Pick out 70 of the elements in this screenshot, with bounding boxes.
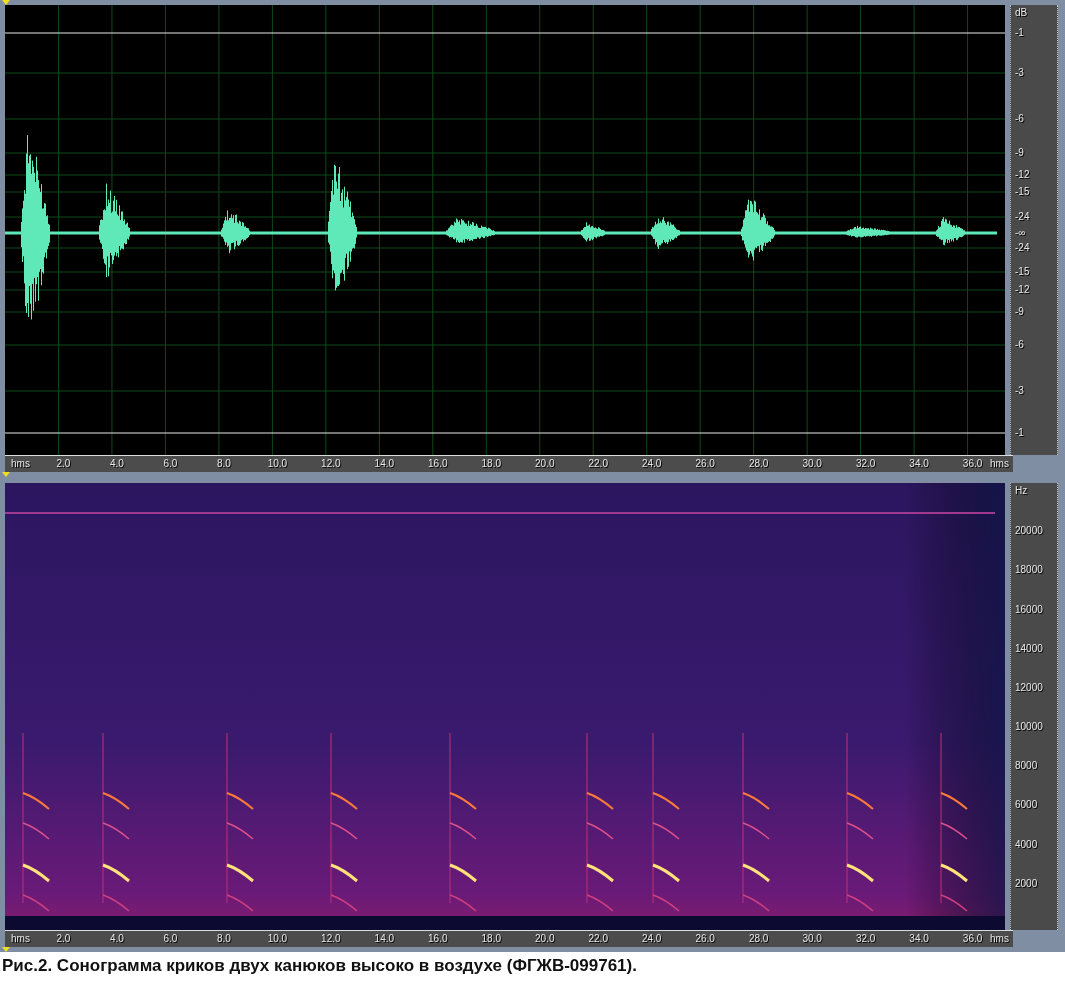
- scale-label: 10000: [1015, 721, 1043, 734]
- caption-text: Рис.2. Сонограмма криков двух канюков высоко в воздухе (ФГЖВ-099761).: [2, 956, 638, 976]
- scale-label: -24: [1015, 211, 1030, 223]
- marker-icon[interactable]: [2, 472, 10, 477]
- ruler-label: 28.0: [748, 458, 769, 470]
- ruler-label: 18.0: [481, 933, 501, 945]
- ruler-label: 34.0: [909, 933, 929, 945]
- scale-label: -1: [1015, 27, 1024, 39]
- ruler-label: 14.0: [374, 458, 395, 470]
- ruler-label: 8.0: [216, 933, 231, 945]
- scale-label: 18000: [1015, 564, 1043, 577]
- ruler-label: 32.0: [855, 933, 876, 945]
- unit-label: dB: [1015, 7, 1028, 19]
- ruler-label: 20.0: [535, 933, 555, 945]
- ruler-label: hms: [11, 933, 30, 945]
- scale-label: 16000: [1015, 603, 1043, 616]
- scale-label: -6: [1015, 113, 1024, 125]
- ruler-label: 4.0: [110, 458, 124, 470]
- scale-label: -15: [1015, 266, 1030, 278]
- ruler-label: 36.0: [962, 458, 983, 470]
- ruler-label: hms: [990, 458, 1009, 470]
- scale-label: -9: [1015, 306, 1024, 318]
- ruler-label: 10.0: [267, 458, 288, 470]
- ruler-label: 12.0: [321, 933, 341, 945]
- ruler-label: 16.0: [428, 458, 448, 470]
- ruler-label: hms: [990, 933, 1009, 945]
- ruler-label: 26.0: [695, 933, 715, 945]
- scale-label: 20000: [1015, 525, 1043, 538]
- ruler-label: 6.0: [163, 933, 178, 945]
- ruler-label: 4.0: [110, 933, 124, 945]
- ruler-label: 24.0: [641, 933, 662, 945]
- scale-label: -∞: [1015, 227, 1026, 239]
- ruler-label: 20.0: [535, 458, 555, 470]
- scale-label: -12: [1015, 169, 1030, 181]
- ruler-label: 30.0: [802, 933, 822, 945]
- scale-label: 2000: [1015, 877, 1038, 890]
- scale-label: -9: [1015, 147, 1024, 159]
- ruler-label: 10.0: [267, 933, 288, 945]
- ruler-label: 30.0: [802, 458, 822, 470]
- scale-label: -15: [1015, 186, 1030, 198]
- scale-label: 8000: [1015, 760, 1038, 773]
- ruler-label: 36.0: [962, 933, 983, 945]
- scale-label: 14000: [1015, 642, 1043, 655]
- scale-label: -24: [1015, 242, 1030, 254]
- ruler-label: 6.0: [163, 458, 178, 470]
- ruler-label: 2.0: [56, 458, 71, 470]
- ruler-label: hms: [11, 458, 30, 470]
- ruler-label: 34.0: [909, 458, 929, 470]
- ruler-label: 32.0: [855, 458, 876, 470]
- scale-label: -1: [1015, 427, 1024, 439]
- ruler-label: 8.0: [216, 458, 231, 470]
- scale-label: 12000: [1015, 681, 1043, 694]
- ruler-label: 26.0: [695, 458, 715, 470]
- scale-label: 6000: [1015, 799, 1038, 812]
- scale-label: 4000: [1015, 838, 1038, 851]
- ruler-label: 18.0: [481, 458, 501, 470]
- scale-label: -3: [1015, 385, 1024, 397]
- ruler-label: 16.0: [428, 933, 448, 945]
- ruler-label: 22.0: [588, 458, 608, 470]
- scale-label: -6: [1015, 339, 1024, 351]
- ruler-label: 24.0: [641, 458, 662, 470]
- ruler-label: 14.0: [374, 933, 395, 945]
- ruler-label: 12.0: [321, 458, 341, 470]
- unit-label: Hz: [1015, 485, 1028, 497]
- scale-label: -12: [1015, 284, 1030, 296]
- marker-icon[interactable]: [2, 947, 10, 952]
- ruler-label: 28.0: [748, 933, 769, 945]
- ruler-label: 2.0: [56, 933, 71, 945]
- ruler-label: 22.0: [588, 933, 608, 945]
- scale-label: -3: [1015, 67, 1024, 79]
